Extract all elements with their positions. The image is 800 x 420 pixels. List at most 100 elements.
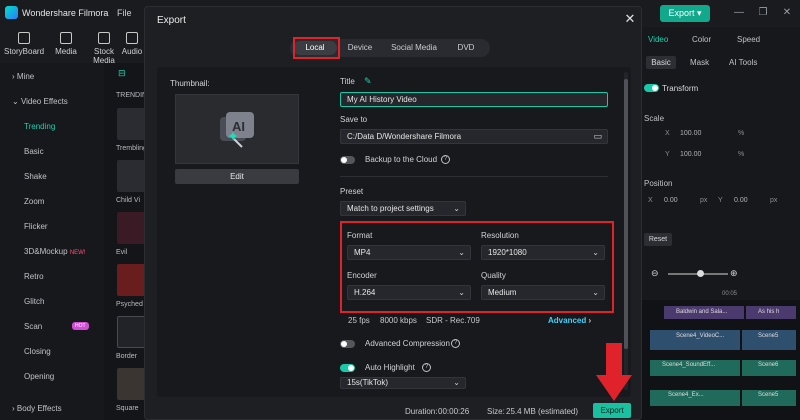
format-select[interactable]: MP4 ⌄ xyxy=(347,245,471,260)
minimize-icon[interactable]: — xyxy=(732,7,746,19)
sidebar-item-shake[interactable]: Shake xyxy=(24,172,47,181)
close-window-icon[interactable]: ✕ xyxy=(780,7,794,19)
position-label: Position xyxy=(644,179,673,188)
tab-speed[interactable]: Speed xyxy=(737,35,760,44)
position-y-label: Y xyxy=(718,197,723,204)
resolution-value: 1920*1080 xyxy=(488,248,527,257)
position-x-value[interactable]: 0.00 xyxy=(664,197,678,204)
sidebar-item-basic[interactable]: Basic xyxy=(24,147,44,156)
sidebar-item-closing[interactable]: Closing xyxy=(24,347,51,356)
preset-select[interactable]: Match to project settings ⌄ xyxy=(340,201,466,216)
save-to-input[interactable]: C:/Data D/Wondershare Filmora ▭ xyxy=(340,129,608,144)
scale-x-unit: % xyxy=(738,130,745,137)
chevron-down-icon: ⌄ xyxy=(453,204,460,213)
close-icon[interactable]: ✕ xyxy=(623,12,637,26)
sidebar-item-scan[interactable]: Scan xyxy=(24,322,42,331)
effect-thumbnail[interactable] xyxy=(117,264,147,296)
quality-select[interactable]: Medium ⌄ xyxy=(481,285,605,300)
scrollbar-thumb[interactable] xyxy=(624,79,628,349)
zoom-in-icon[interactable]: ⊕ xyxy=(730,268,738,279)
transform-toggle[interactable] xyxy=(644,84,659,92)
toolbar-storyboard[interactable]: StoryBoard xyxy=(4,32,44,56)
timeline-audio-clip[interactable]: Scene4_SoundEff... xyxy=(650,360,740,376)
scale-x-value[interactable]: 100.00 xyxy=(680,130,701,137)
subtab-ai-tools[interactable]: AI Tools xyxy=(729,58,757,67)
sidebar-mine[interactable]: › Mine xyxy=(12,72,34,81)
tab-device[interactable]: Device xyxy=(338,41,382,55)
effect-thumbnail[interactable] xyxy=(117,316,147,348)
menu-file[interactable]: File xyxy=(117,8,132,18)
backup-info-icon[interactable]: ? xyxy=(441,155,450,164)
timeline-clip[interactable]: Scene4_VideoC... xyxy=(650,330,740,350)
advanced-button[interactable]: Advanced › xyxy=(548,316,591,325)
chevron-down-icon: ⌄ xyxy=(458,288,465,297)
ai-image-icon: AI xyxy=(220,112,254,148)
chevron-down-icon: ⌄ xyxy=(592,248,599,257)
effect-label: Evil xyxy=(116,249,128,256)
scale-y-value[interactable]: 100.00 xyxy=(680,151,701,158)
effect-thumbnail[interactable] xyxy=(117,368,147,400)
preset-label: Preset xyxy=(340,187,364,196)
sidebar-item-flicker[interactable]: Flicker xyxy=(24,222,48,231)
sidebar-item-trending[interactable]: Trending xyxy=(24,122,55,131)
sidebar-item-opening[interactable]: Opening xyxy=(24,372,54,381)
maximize-icon[interactable]: ❐ xyxy=(756,7,770,19)
timeline-clip[interactable]: As his h xyxy=(746,306,796,319)
color-space-value: SDR - Rec.709 xyxy=(426,316,480,325)
filmora-window: Wondershare Filmora File Export ▾ — ❐ ✕ … xyxy=(0,0,800,420)
backup-toggle[interactable] xyxy=(340,156,355,164)
subtab-basic[interactable]: Basic xyxy=(646,56,676,69)
red-arrow-annotation xyxy=(596,343,632,401)
tab-social-media[interactable]: Social Media xyxy=(383,41,445,55)
scale-y-label: Y xyxy=(665,151,670,158)
timeline-audio-clip[interactable]: Scene4_Ex... xyxy=(650,390,740,406)
encoder-select[interactable]: H.264 ⌄ xyxy=(347,285,471,300)
sidebar-video-effects-label: Video Effects xyxy=(20,97,68,106)
effect-thumbnail[interactable] xyxy=(117,160,147,192)
local-tab-highlight xyxy=(293,37,340,59)
zoom-out-icon[interactable]: ⊖ xyxy=(651,268,659,279)
filmora-logo-icon xyxy=(5,6,18,19)
export-button[interactable]: Export xyxy=(593,403,631,418)
sidebar-item-3d-mockup[interactable]: 3D&Mockup NEW! xyxy=(24,247,85,256)
position-y-value[interactable]: 0.00 xyxy=(734,197,748,204)
quality-label: Quality xyxy=(481,271,506,280)
tab-color[interactable]: Color xyxy=(692,35,711,44)
subtab-mask[interactable]: Mask xyxy=(690,58,709,67)
dialog-title: Export xyxy=(157,15,186,26)
toolbar-media[interactable]: Media xyxy=(46,32,86,56)
sidebar-item-glitch[interactable]: Glitch xyxy=(24,297,44,306)
effect-label: Trembling xyxy=(116,145,147,152)
sidebar-item-retro[interactable]: Retro xyxy=(24,272,44,281)
timeline-audio-clip[interactable]: Scene6 xyxy=(742,360,796,376)
tab-dvd[interactable]: DVD xyxy=(446,41,486,55)
zoom-slider-handle[interactable] xyxy=(697,270,704,277)
sidebar-item-scan-label: Scan xyxy=(24,322,43,331)
reset-button[interactable]: Reset xyxy=(644,233,672,246)
sidebar-video-effects[interactable]: ⌄ Video Effects xyxy=(12,97,68,106)
ai-title-icon[interactable]: ✎ xyxy=(364,76,372,87)
effect-thumbnail[interactable] xyxy=(117,212,147,244)
top-export-button[interactable]: Export ▾ xyxy=(660,5,710,22)
toolbar-audio[interactable]: Audio xyxy=(118,32,146,56)
timeline-clip[interactable]: Baldwin and Sala... xyxy=(664,306,744,319)
adv-compression-toggle[interactable] xyxy=(340,340,355,348)
folder-icon[interactable]: ▭ xyxy=(593,130,602,143)
sidebar-item-zoom[interactable]: Zoom xyxy=(24,197,44,206)
timeline-audio-clip[interactable]: Scene5 xyxy=(742,390,796,406)
timeline-clip[interactable]: Scene5 xyxy=(742,330,796,350)
tab-video[interactable]: Video xyxy=(648,35,668,44)
effect-thumbnail[interactable] xyxy=(117,108,147,140)
edit-thumbnail-button[interactable]: Edit xyxy=(175,169,299,184)
auto-highlight-info-icon[interactable]: ? xyxy=(422,363,431,372)
auto-highlight-toggle[interactable] xyxy=(340,364,355,372)
highlight-duration-select[interactable]: 15s(TikTok) ⌄ xyxy=(340,377,466,389)
resolution-select[interactable]: 1920*1080 ⌄ xyxy=(481,245,605,260)
position-x-label: X xyxy=(648,197,653,204)
bitrate-value: 8000 kbps xyxy=(380,316,417,325)
filter-icon[interactable]: ⊟ xyxy=(118,68,126,79)
title-input[interactable]: My AI History Video xyxy=(340,92,608,107)
sidebar-body-effects[interactable]: › Body Effects xyxy=(12,404,62,413)
format-value: MP4 xyxy=(354,248,371,257)
adv-compression-info-icon[interactable]: ? xyxy=(451,339,460,348)
